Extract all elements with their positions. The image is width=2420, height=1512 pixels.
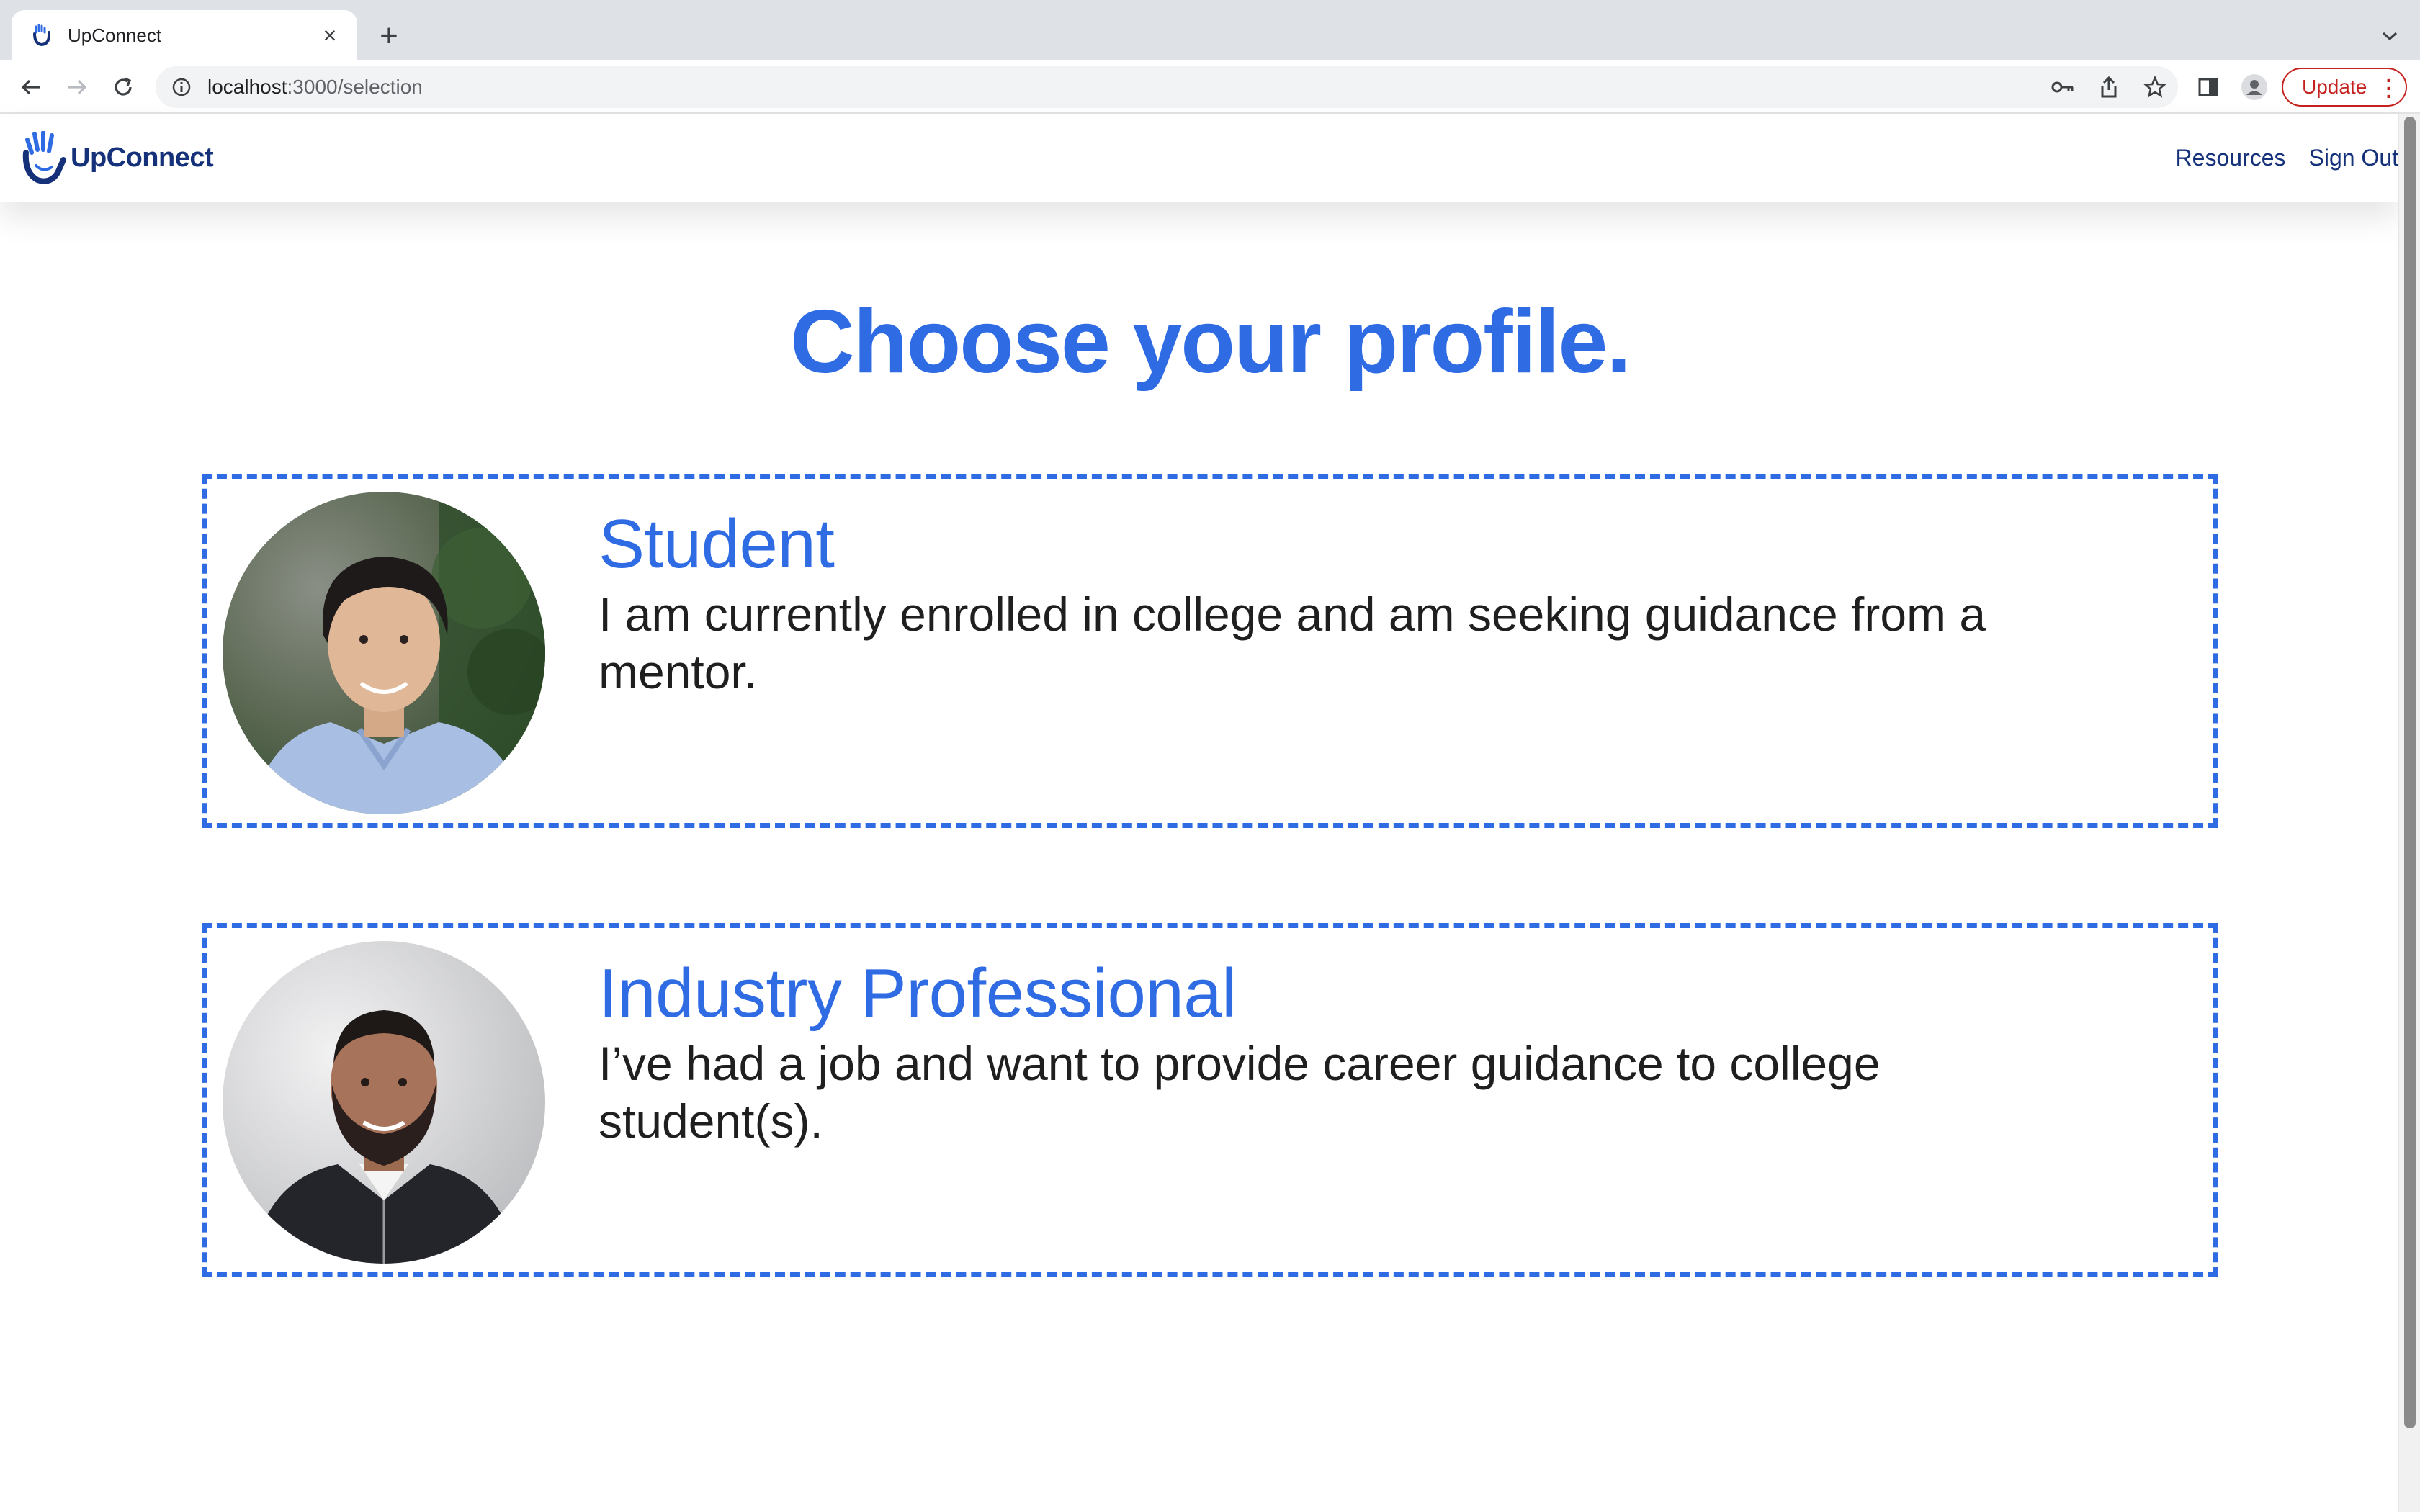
- update-label: Update: [2302, 76, 2367, 98]
- site-info-icon[interactable]: [170, 76, 193, 99]
- profile-card-industry-professional[interactable]: Industry Professional I’ve had a job and…: [202, 923, 2218, 1277]
- more-menu-icon[interactable]: · · ·: [2386, 71, 2393, 107]
- tab-close-icon[interactable]: ×: [317, 22, 343, 48]
- side-panel-icon[interactable]: [2192, 66, 2224, 108]
- share-icon[interactable]: [2086, 66, 2132, 108]
- url-host: localhost: [207, 76, 287, 98]
- forward-arrow-icon[interactable]: [60, 71, 94, 104]
- password-key-icon[interactable]: [2040, 66, 2086, 108]
- professional-avatar: [223, 941, 545, 1264]
- brand-name: UpConnect: [71, 142, 214, 173]
- nav-link-resources[interactable]: Resources: [2176, 145, 2286, 171]
- tab-search-chevron-down-icon[interactable]: [2375, 22, 2404, 50]
- student-avatar: [223, 492, 545, 814]
- hand-logo-icon: [22, 131, 66, 184]
- new-tab-icon[interactable]: +: [372, 18, 406, 53]
- page-viewport: UpConnect Resources Sign Out Choose your…: [0, 114, 2398, 1512]
- app-navbar: UpConnect Resources Sign Out: [0, 114, 2398, 202]
- browser-toolbar: localhost:3000/selection Update · · ·: [0, 60, 2420, 114]
- profile-description: I am currently enrolled in college and a…: [599, 588, 1986, 698]
- nav-link-sign-out[interactable]: Sign Out: [2308, 145, 2398, 171]
- nav-links: Resources Sign Out: [2153, 114, 2398, 202]
- tab-strip: UpConnect × +: [0, 0, 2420, 60]
- reload-icon[interactable]: [107, 71, 140, 104]
- profile-title: Student: [599, 505, 835, 582]
- back-arrow-icon[interactable]: [14, 71, 48, 104]
- profile-card-student[interactable]: Student I am currently enrolled in colle…: [202, 474, 2218, 828]
- hand-logo-favicon-icon: [30, 23, 55, 48]
- url-text: localhost:3000/selection: [207, 76, 423, 99]
- page-scrollbar[interactable]: [2398, 114, 2420, 1512]
- bookmark-star-icon[interactable]: [2132, 66, 2178, 108]
- profile-avatar-icon[interactable]: [2237, 66, 2272, 108]
- url-path: :3000/selection: [287, 76, 423, 98]
- browser-update-button[interactable]: Update · · ·: [2282, 68, 2407, 107]
- profile-title: Industry Professional: [599, 955, 1237, 1032]
- brand-logo[interactable]: UpConnect: [22, 131, 214, 184]
- tab-title: UpConnect: [68, 24, 162, 46]
- profile-description: I’ve had a job and want to provide caree…: [599, 1037, 1881, 1148]
- address-bar[interactable]: localhost:3000/selection: [156, 66, 2178, 108]
- page-title: Choose your profile.: [790, 292, 1631, 392]
- browser-tab-active[interactable]: UpConnect ×: [12, 10, 357, 60]
- scrollbar-thumb[interactable]: [2404, 117, 2416, 1428]
